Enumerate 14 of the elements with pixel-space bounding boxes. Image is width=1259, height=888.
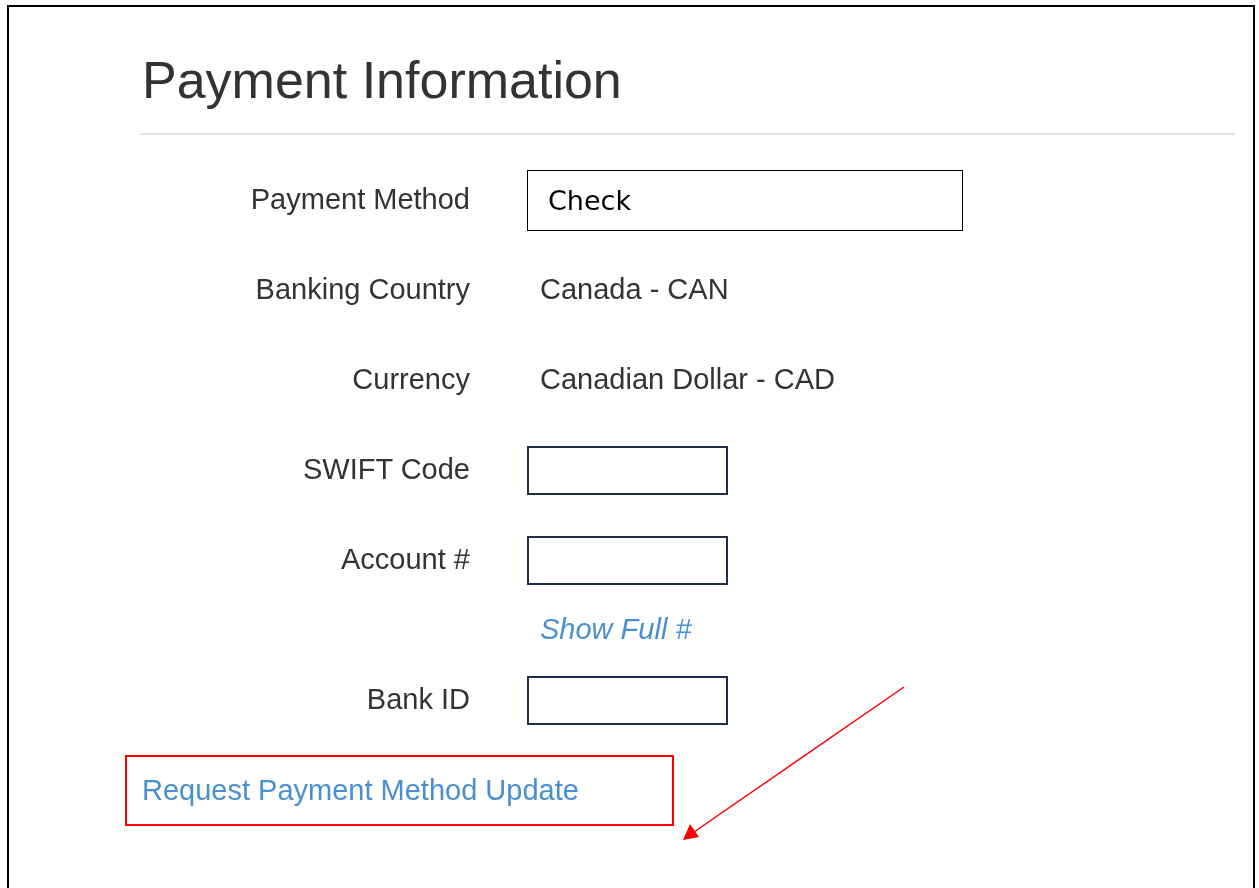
field-label: Account # (341, 542, 470, 578)
input-field[interactable] (527, 445, 728, 495)
field-value: Canada - CAN (539, 273, 729, 306)
input-field[interactable]: Check (527, 169, 963, 231)
field-value: Canadian Dollar - CAD (539, 363, 835, 396)
input-field[interactable] (527, 675, 728, 725)
field-label: SWIFT Code (302, 452, 470, 488)
page-title: Payment Information (142, 50, 623, 111)
input-field[interactable] (527, 535, 728, 585)
field-label: Payment Method (250, 182, 470, 218)
field-label: Currency (352, 362, 470, 398)
show-full-link[interactable]: Show Full # (527, 613, 692, 646)
field-label: Bank ID (366, 682, 470, 718)
field-label: Banking Country (255, 272, 470, 308)
